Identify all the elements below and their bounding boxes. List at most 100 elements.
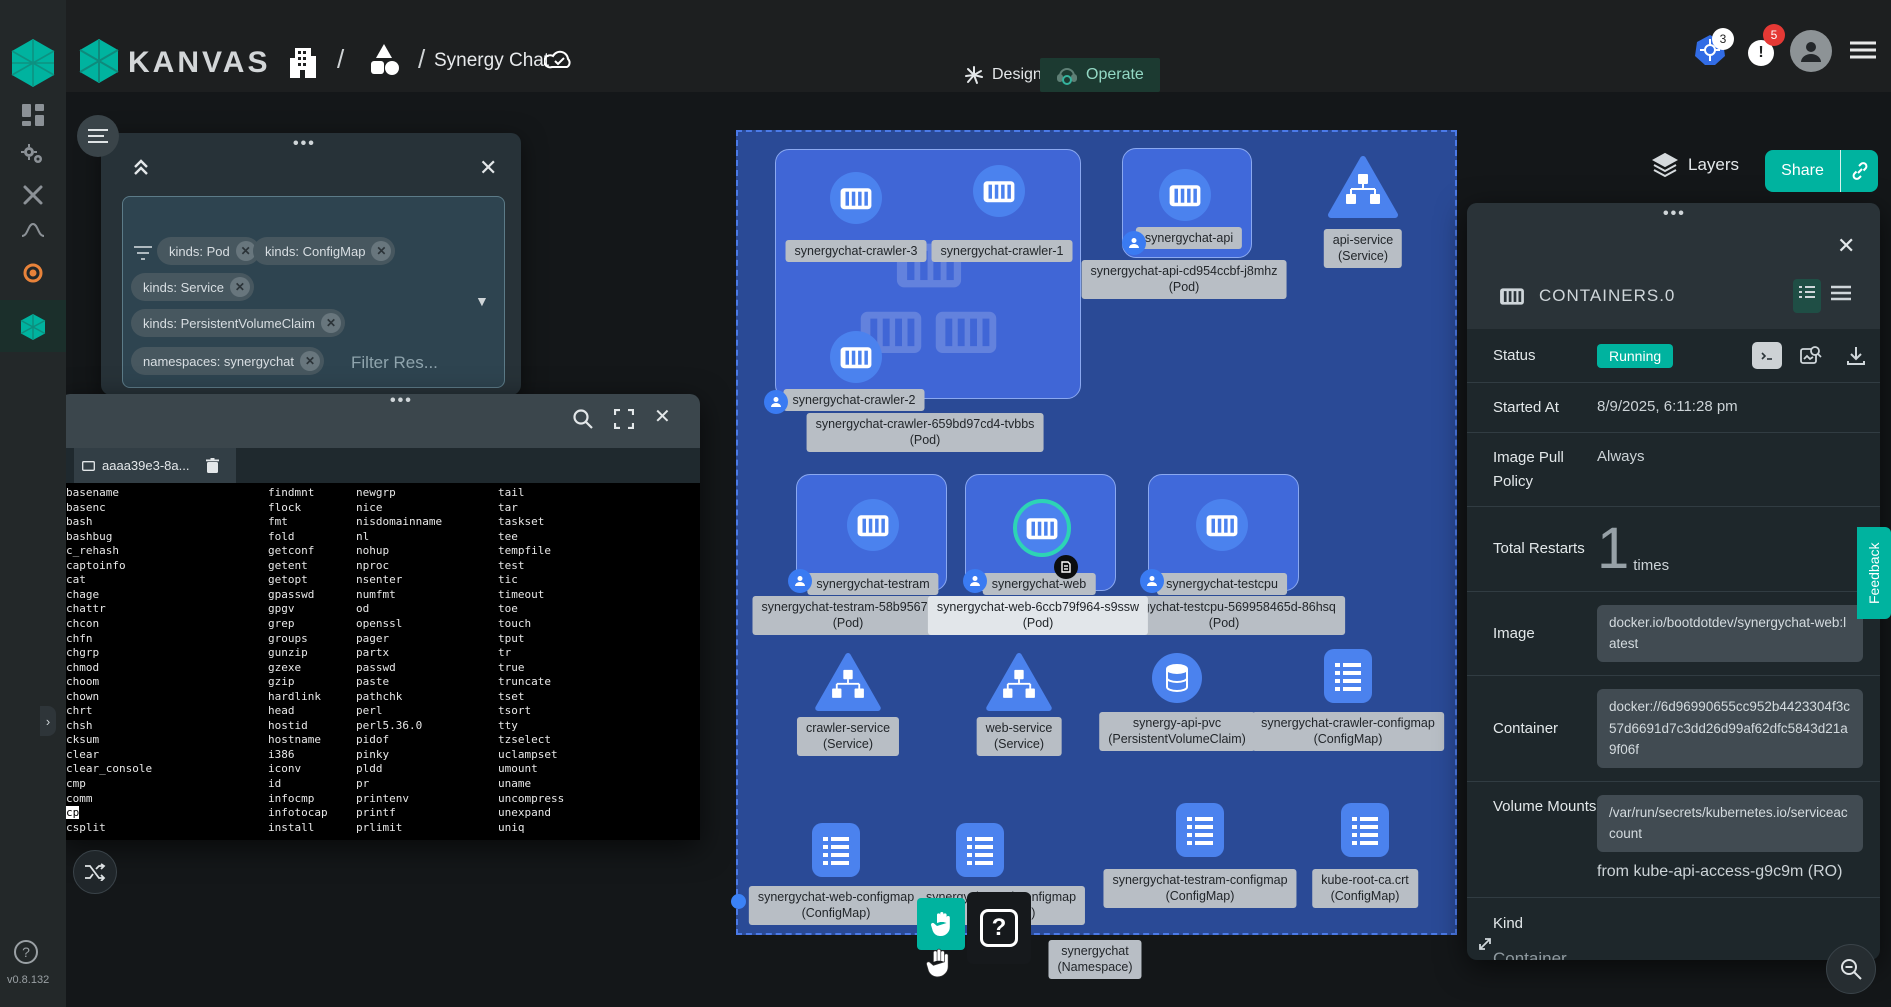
volume-mount-path[interactable]: /var/run/secrets/kubernetes.io/serviceac… [1597,795,1863,852]
pod-resource-chip[interactable]: synergychat-crawler-659bd97cd4-tvbbs (Po… [807,413,1044,452]
sidebar-meshery-icon[interactable] [18,312,48,342]
pod-label[interactable]: synergychat-crawler-3 [786,240,927,262]
service-resource-chip[interactable]: crawler-service (Service) [797,717,899,756]
pod-label[interactable]: synergychat-crawler-2 [784,389,925,411]
image-value[interactable]: docker.io/bootdotdev/synergychat-web:lat… [1597,605,1863,662]
zoom-search-button[interactable] [1826,944,1876,994]
chip-remove-icon[interactable]: ✕ [300,351,320,371]
selection-anchor-dot[interactable] [731,894,746,909]
pan-tool-button[interactable] [917,898,965,950]
open-terminal-icon[interactable] [1752,342,1782,369]
configmap-icon[interactable] [1341,803,1389,857]
pod-note-badge-icon[interactable] [1054,555,1078,579]
crawler-pods-group[interactable]: synergychat-crawler-3 synergychat-crawle… [775,149,1081,399]
filter-chip[interactable]: kinds: PersistentVolumeClaim ✕ [131,309,345,337]
chip-remove-icon[interactable]: ✕ [371,241,391,261]
download-icon[interactable] [1846,346,1866,366]
terminal-header[interactable]: ••• ✕ [60,394,700,448]
service-icon[interactable] [1328,156,1398,218]
terminal-close-icon[interactable]: ✕ [654,404,671,429]
trash-icon[interactable] [206,458,219,473]
chevron-down-icon[interactable]: ▼ [475,293,489,309]
drawer-resize-icon[interactable] [1477,936,1493,952]
chip-remove-icon[interactable]: ✕ [321,313,341,333]
sidebar-expand-chevron[interactable]: › [40,706,56,736]
configmap-resource-chip[interactable]: synergychat-web-configmap (ConfigMap) [749,886,923,925]
image-inspect-icon[interactable] [1800,346,1822,366]
breadcrumb-design-name[interactable]: Synergy Chat [434,50,549,72]
sidebar-logo-icon[interactable] [10,38,56,88]
filter-search-input[interactable]: Filter Res... [351,353,438,373]
terminal-drag-handle[interactable]: ••• [390,392,413,410]
detail-view-toggle-active[interactable] [1793,279,1821,313]
search-icon[interactable] [572,408,594,430]
pod-resource-chip-selected[interactable]: synergychat-web-6ccb79f964-s9ssw (Pod) [928,596,1148,635]
user-avatar[interactable] [1790,30,1832,72]
chip-remove-icon[interactable]: ✕ [230,277,250,297]
pod-label[interactable]: synergychat-testram [807,573,938,595]
filter-chip[interactable]: kinds: Service ✕ [131,273,254,301]
layers-control[interactable]: Layers [1652,152,1739,178]
pod-icon[interactable] [1159,169,1211,221]
fullscreen-icon[interactable] [614,409,634,429]
filter-close-icon[interactable]: ✕ [479,155,497,181]
configmap-icon[interactable] [812,823,860,877]
sidebar-helm-icon[interactable] [18,258,48,288]
configmap-resource-chip[interactable]: synergychat-testram-configmap (ConfigMap… [1103,869,1296,908]
service-resource-chip[interactable]: api-service (Service) [1324,229,1402,268]
pod-icon-selected[interactable] [1013,499,1071,557]
workspace-shapes-icon[interactable] [367,42,401,78]
pod-label[interactable]: synergychat-testcpu [1157,573,1287,595]
pvc-icon[interactable] [1152,653,1202,703]
copy-link-button[interactable] [1840,150,1878,192]
filter-chip[interactable]: kinds: ConfigMap ✕ [253,237,395,265]
panel-drag-handle[interactable]: ••• [293,135,316,153]
sidebar-curve-icon[interactable] [18,215,48,245]
pod-icon[interactable] [847,499,899,551]
configmap-icon[interactable] [956,823,1004,877]
help-tool-button[interactable]: ? [967,892,1031,964]
filter-chip[interactable]: namespaces: synergychat ✕ [131,347,324,375]
service-icon[interactable] [815,653,881,711]
pod-icon[interactable] [1196,499,1248,551]
service-icon[interactable] [986,653,1052,711]
collapse-chevrons-icon[interactable] [131,157,151,177]
organization-icon[interactable] [288,42,318,80]
web-pod-box[interactable]: synergychat-web [965,474,1116,591]
container-id-value[interactable]: docker://6d96990655cc952b4423304f3c57d66… [1597,689,1863,768]
pod-icon[interactable] [973,165,1025,217]
pod-label[interactable]: synergychat-web [983,573,1096,595]
service-resource-chip[interactable]: web-service (Service) [977,717,1062,756]
pod-label[interactable]: synergychat-crawler-1 [932,240,1073,262]
api-pod-box[interactable]: synergychat-api [1122,148,1252,258]
pod-resource-chip[interactable]: synergychat-api-cd954ccbf-j8mhz (Pod) [1082,260,1287,299]
tab-operate[interactable]: Operate [1040,58,1160,92]
sidebar-dashboard-icon[interactable] [18,100,48,130]
filter-input-box[interactable]: kinds: Pod ✕ kinds: ConfigMap ✕ kinds: S… [122,196,505,388]
filter-chip[interactable]: kinds: Pod ✕ [157,237,260,265]
drawer-drag-handle[interactable]: ••• [1663,205,1686,223]
testram-pod-box[interactable]: synergychat-testram [796,474,947,591]
pvc-resource-chip[interactable]: synergy-api-pvc (PersistentVolumeClaim) [1099,712,1255,751]
configmap-icon[interactable] [1176,803,1224,857]
pod-icon[interactable] [830,331,882,383]
terminal-output[interactable]: basenamebasencbashbashbugc_rehashcaptoin… [60,483,700,840]
pod-label[interactable]: synergychat-api [1136,227,1242,249]
configmap-icon[interactable] [1324,649,1372,703]
terminal-session-tab[interactable]: aaaa39e3-8a... [74,448,236,483]
pod-resource-chip[interactable]: synergychat-testram-58b95676 (Pod) [752,596,943,635]
pod-icon[interactable] [830,172,882,224]
configmap-resource-chip[interactable]: synergychat-crawler-configmap (ConfigMap… [1252,712,1444,751]
list-view-toggle[interactable] [1831,285,1851,301]
filter-menu-button[interactable] [77,115,119,157]
drawer-close-icon[interactable]: ✕ [1837,233,1855,259]
canvas-shuffle-button[interactable] [73,850,117,894]
configmap-resource-chip[interactable]: kube-root-ca.crt (ConfigMap) [1312,869,1418,908]
help-icon[interactable]: ? [14,940,38,964]
testcpu-pod-box[interactable]: synergychat-testcpu [1148,474,1299,591]
feedback-tab[interactable]: Feedback [1857,527,1891,619]
sidebar-tools-icon[interactable] [18,180,48,210]
sidebar-settings-gears-icon[interactable] [18,140,48,170]
menu-hamburger-icon[interactable] [1850,41,1876,59]
namespace-resource-chip[interactable]: synergychat (Namespace) [1048,940,1141,979]
